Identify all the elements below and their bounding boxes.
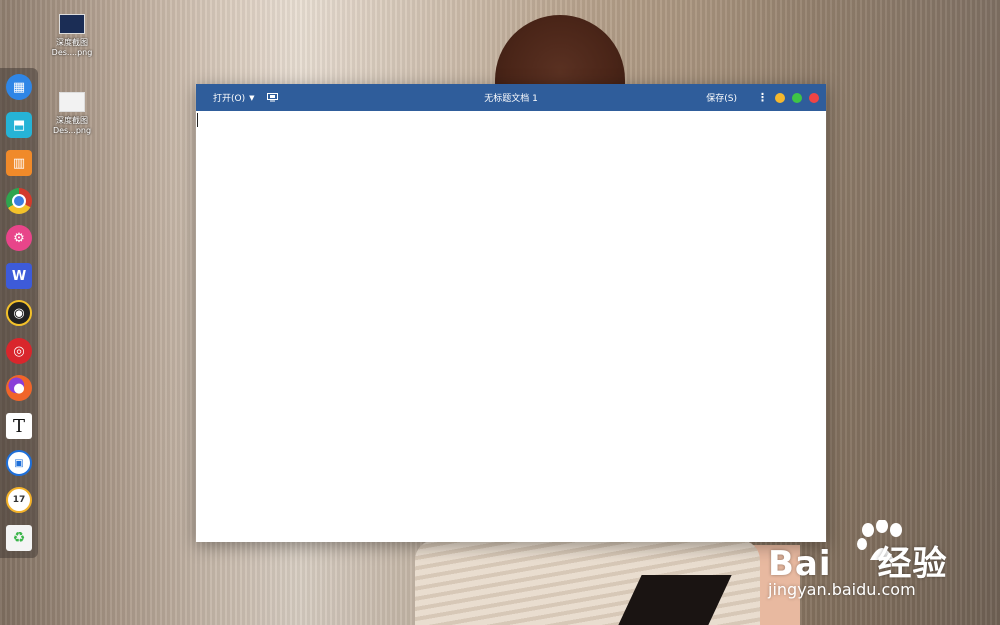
image-file-icon [59,14,85,34]
text-edit-area[interactable] [196,111,826,542]
screen-recorder-icon[interactable]: ▣ [6,450,32,476]
shopping-bag-icon[interactable]: ▥ [6,150,32,176]
dock: ▦ ⬒ ▥ ⚙ W ◉ ◎ ● T ▣ 17 ♻ [0,68,38,558]
chevron-down-icon: ▼ [249,93,255,102]
desktop-file-screenshot-1[interactable]: 深度截图 Des....png [42,14,102,58]
desktop-file-label: 深度截图 Des...png [52,116,92,135]
netease-music-icon[interactable]: ◎ [6,338,32,364]
more-options-icon[interactable]: ⋮ [757,92,768,103]
firefox-icon[interactable]: ● [6,375,32,401]
titlebar: 打开(O) ▼ 无标题文档 1 保存(S) ⋮ [196,84,826,111]
app-store-icon[interactable]: ⬒ [6,112,32,138]
settings-icon[interactable]: ⚙ [6,225,32,251]
image-file-icon [59,92,85,112]
open-menu-label: 打开(O) [213,94,246,104]
minimize-button[interactable] [775,92,785,103]
new-window-button[interactable] [261,93,284,102]
close-button[interactable] [809,92,819,103]
text-editor-window: 打开(O) ▼ 无标题文档 1 保存(S) ⋮ [196,84,826,542]
trash-icon[interactable]: ♻ [6,525,32,551]
save-button[interactable]: 保存(S) [700,91,743,104]
desktop-file-screenshot-2[interactable]: 深度截图 Des...png [42,92,102,136]
maximize-button[interactable] [792,92,802,103]
launcher-icon[interactable]: ▦ [6,74,32,100]
monitor-icon [266,93,278,102]
desktop-file-label: 深度截图 Des....png [51,38,93,57]
watermark-brand: Bai 经验 [768,544,948,584]
text-editor-icon[interactable]: T [6,413,32,439]
chrome-icon[interactable] [6,188,32,214]
calendar-icon[interactable]: 17 [6,487,32,513]
wps-writer-icon[interactable]: W [6,263,32,289]
text-cursor [197,113,198,127]
titlebar-controls: 保存(S) ⋮ [700,91,826,104]
baidu-jingyan-watermark: Bai 经验 jingyan.baidu.com [766,518,996,608]
watermark-url: jingyan.baidu.com [768,580,916,599]
open-menu-button[interactable]: 打开(O) ▼ [207,91,261,105]
music-player-icon[interactable]: ◉ [6,300,32,326]
